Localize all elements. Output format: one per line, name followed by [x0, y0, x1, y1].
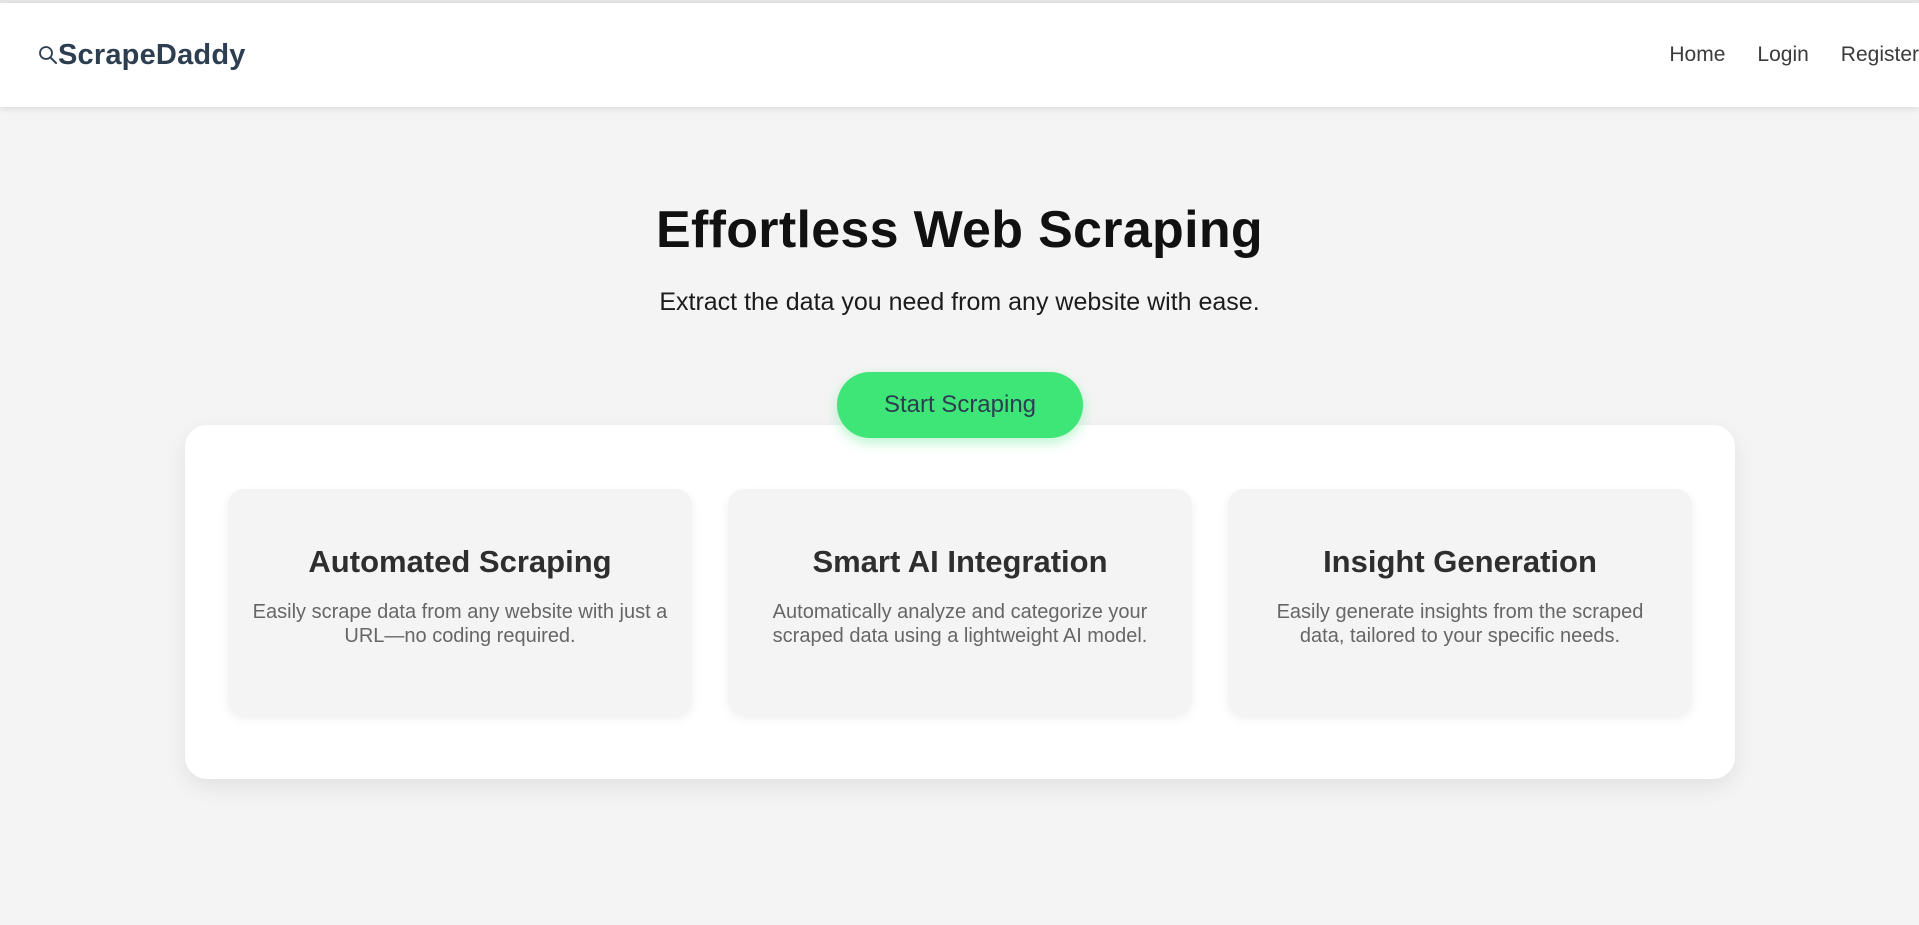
feature-card-smart-ai-integration: Smart AI Integration Automatically analy…: [728, 489, 1192, 715]
brand-logo-link[interactable]: ScrapeDaddy: [38, 39, 246, 72]
feature-title: Smart AI Integration: [812, 544, 1108, 579]
search-icon: [38, 45, 58, 65]
features-panel: Automated Scraping Easily scrape data fr…: [185, 425, 1735, 779]
hero-subtitle: Extract the data you need from any websi…: [659, 288, 1260, 316]
feature-description: Automatically analyze and categorize you…: [772, 601, 1148, 648]
nav-login-link[interactable]: Login: [1757, 43, 1808, 67]
nav-home-link[interactable]: Home: [1669, 43, 1725, 67]
nav-links: Home Login Register: [1669, 3, 1919, 107]
feature-card-automated-scraping: Automated Scraping Easily scrape data fr…: [228, 489, 692, 715]
feature-card-insight-generation: Insight Generation Easily generate insig…: [1228, 489, 1692, 715]
feature-title: Insight Generation: [1323, 544, 1597, 579]
feature-description: Easily generate insights from the scrape…: [1276, 601, 1644, 648]
navbar: ScrapeDaddy Home Login Register: [0, 3, 1919, 107]
nav-register-link[interactable]: Register: [1841, 43, 1919, 67]
start-scraping-button[interactable]: Start Scraping: [837, 372, 1083, 438]
feature-description: Easily scrape data from any website with…: [252, 601, 668, 648]
hero-title: Effortless Web Scraping: [656, 201, 1263, 259]
feature-title: Automated Scraping: [308, 544, 612, 579]
brand-name: ScrapeDaddy: [58, 38, 246, 71]
